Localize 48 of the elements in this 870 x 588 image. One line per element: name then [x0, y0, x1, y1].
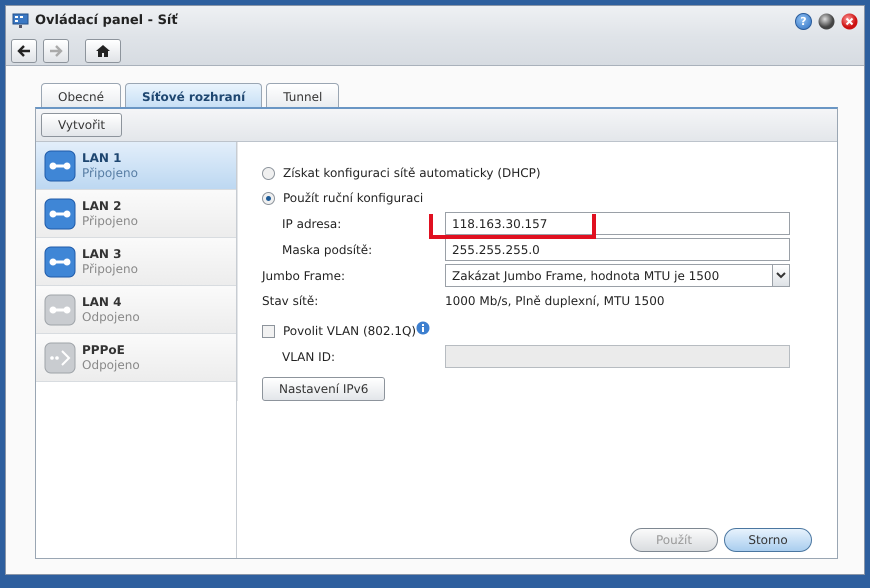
- footer-button[interactable]: Storno: [724, 528, 812, 552]
- tab[interactable]: Obecné: [41, 83, 122, 107]
- radio-button[interactable]: [262, 192, 275, 204]
- home-button[interactable]: [85, 38, 121, 62]
- field-label: IP adresa:: [282, 216, 342, 232]
- subnet-mask-field[interactable]: 255.255.255.0: [445, 238, 790, 261]
- option-label: Získat konfiguraci sítě automaticky (DHCP): [283, 165, 541, 182]
- option-label: Použít ruční konfiguraci: [283, 190, 424, 207]
- tab[interactable]: Tunnel: [266, 83, 340, 107]
- info-icon[interactable]: [416, 321, 430, 335]
- interface-item[interactable]: LAN 3 Připojeno: [36, 238, 236, 286]
- interface-item[interactable]: LAN 1 Připojeno: [36, 142, 236, 190]
- interface-status: Připojeno: [82, 214, 138, 228]
- forward-button[interactable]: [43, 38, 69, 62]
- checkbox[interactable]: [262, 324, 275, 338]
- interface-status: Odpojeno: [82, 358, 140, 372]
- radio-button[interactable]: [262, 166, 275, 180]
- interface-status: Odpojeno: [82, 310, 140, 324]
- control-panel-icon: [12, 13, 29, 29]
- interface-name: LAN 4: [82, 294, 123, 310]
- caret-icon: [776, 272, 786, 279]
- interface-name: LAN 3: [82, 246, 123, 262]
- interface-item[interactable]: LAN 4 Odpojeno: [36, 286, 236, 334]
- field-label: Jumbo Frame:: [262, 268, 346, 284]
- interface-status: Připojeno: [82, 262, 138, 276]
- ip-address-field[interactable]: 118.163.30.157: [445, 212, 790, 235]
- window-title: Ovládací panel - Síť: [35, 12, 178, 30]
- network-status-value: 1000 Mb/s, Plně duplexní, MTU 1500: [445, 293, 664, 310]
- forward-arrow-icon: [49, 44, 63, 56]
- tab[interactable]: Síťové rozhraní: [125, 83, 262, 107]
- interface-name: LAN 2: [82, 198, 123, 214]
- interface-name: PPPoE: [82, 342, 126, 358]
- back-button[interactable]: [11, 38, 37, 62]
- field-label: Maska podsítě:: [282, 242, 372, 258]
- interface-status: Připojeno: [82, 166, 138, 180]
- jumbo-frame-dropdown[interactable]: Zakázat Jumbo Frame, hodnota MTU je 1500: [445, 264, 790, 287]
- field-label: Stav sítě:: [262, 293, 318, 310]
- create-button[interactable]: Vytvořit: [41, 113, 122, 137]
- interface-item[interactable]: PPPoE Odpojeno: [36, 334, 236, 382]
- minimize-button[interactable]: [818, 12, 835, 30]
- interface-item[interactable]: LAN 2 Připojeno: [36, 190, 236, 238]
- close-button[interactable]: [841, 12, 858, 30]
- home-icon: [95, 44, 111, 58]
- field-label: VLAN ID:: [282, 348, 335, 366]
- ipv6-settings-button[interactable]: Nastavení IPv6: [262, 377, 386, 401]
- back-arrow-icon: [17, 44, 31, 56]
- interface-name: LAN 1: [82, 150, 123, 166]
- checkbox-label: Povolit VLAN (802.1Q): [283, 323, 416, 340]
